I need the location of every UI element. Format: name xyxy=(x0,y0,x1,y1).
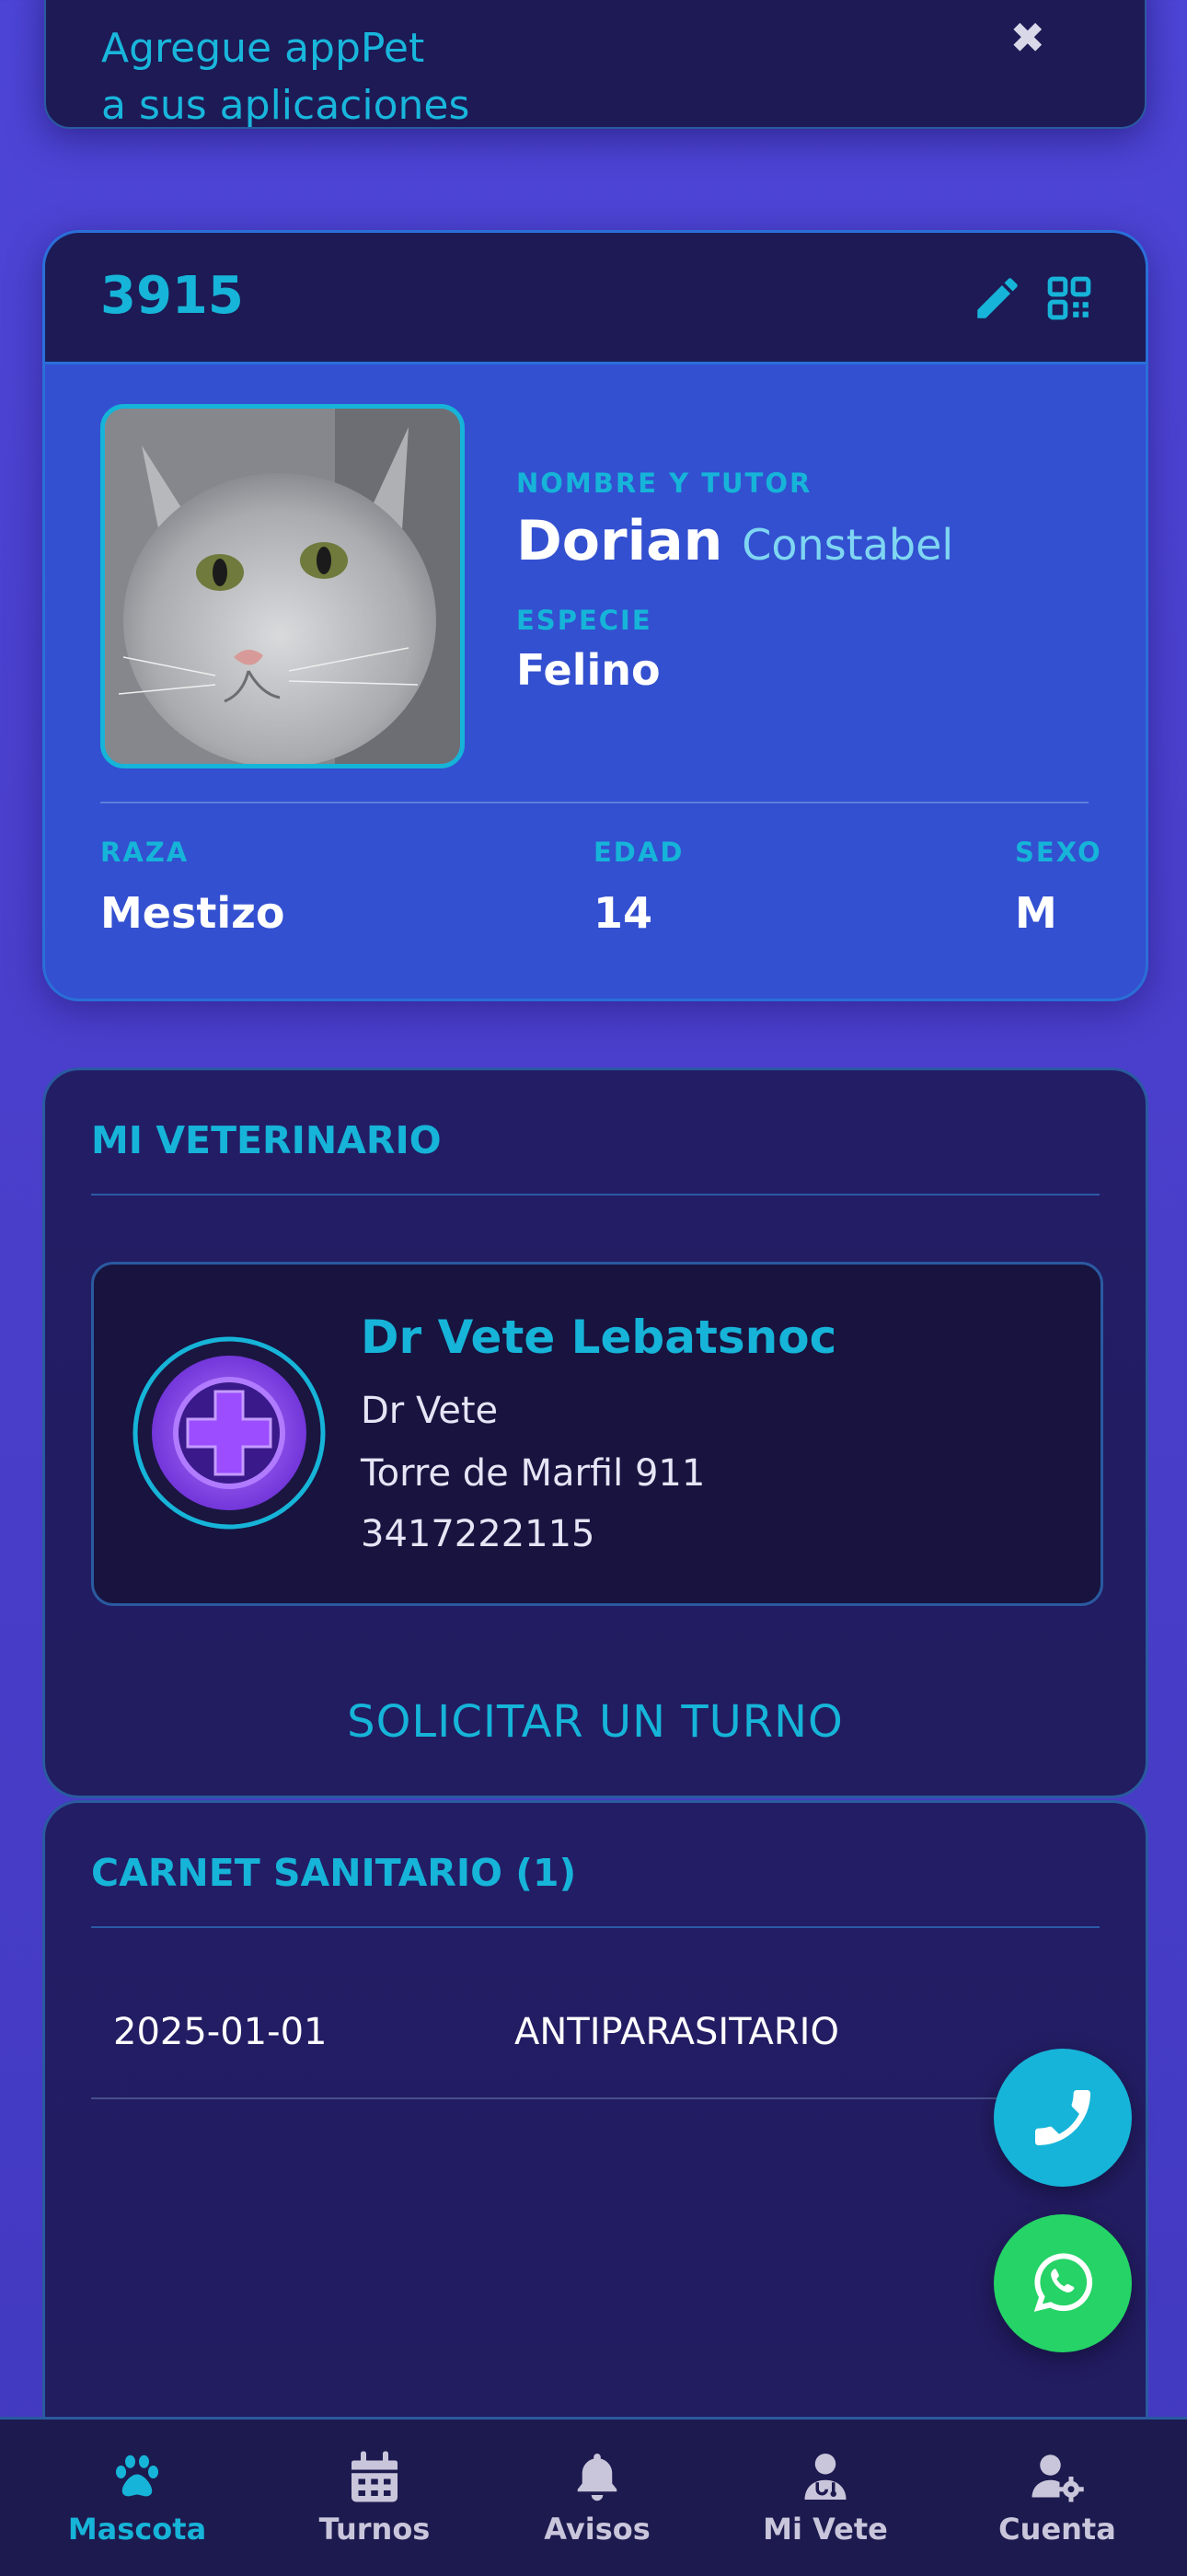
nav-label: Cuenta xyxy=(998,2512,1116,2547)
pencil-icon[interactable] xyxy=(971,271,1024,325)
vet-logo-icon xyxy=(133,1336,326,1530)
breed-value: Mestizo xyxy=(100,888,285,938)
banner-line-2: a sus aplicaciones xyxy=(101,82,470,129)
health-record-panel: CARNET SANITARIO (1) 2025-01-01 ANTIPARA… xyxy=(42,1800,1148,2505)
nav-label: Turnos xyxy=(318,2512,431,2547)
banner-text: Agregue appPet a sus aplicaciones xyxy=(101,20,469,134)
tutor-name: Constabel xyxy=(742,520,954,570)
sex-label: SEXO xyxy=(1015,837,1102,868)
nav-label: Mascota xyxy=(67,2512,207,2547)
breed-label: RAZA xyxy=(100,837,190,868)
vet-address: Torre de Marfil 911 xyxy=(361,1452,706,1495)
vet-phone[interactable]: 3417222115 xyxy=(361,1513,595,1555)
nav-item-mi-vete[interactable]: Mi Vete xyxy=(707,2420,944,2576)
name-tutor-label: NOMBRE Y TUTOR xyxy=(516,468,812,499)
vet-card[interactable]: Dr Vete Lebatsnoc Dr Vete Torre de Marfi… xyxy=(91,1262,1103,1606)
pet-name-line: Dorian Constabel xyxy=(516,509,953,573)
nav-item-turnos[interactable]: Turnos xyxy=(256,2420,493,2576)
phone-icon xyxy=(1035,2090,1090,2145)
pet-card-header: 3915 xyxy=(45,233,1146,364)
cat-image xyxy=(105,409,460,764)
vet-panel: MI VETERINARIO Dr Vete Lebatsnoc Dr Vete… xyxy=(42,1068,1148,1798)
install-banner[interactable]: Agregue appPet a sus aplicaciones ✖ xyxy=(44,0,1147,129)
calendar-icon xyxy=(351,2451,398,2502)
whatsapp-icon xyxy=(1033,2253,1093,2312)
whatsapp-button[interactable] xyxy=(994,2214,1132,2352)
close-icon[interactable]: ✖ xyxy=(1009,13,1045,63)
vet-panel-title: MI VETERINARIO xyxy=(91,1118,442,1162)
nav-item-mascota[interactable]: Mascota xyxy=(18,2420,256,2576)
pet-id: 3915 xyxy=(100,266,244,326)
pet-card: 3915 NOMBRE Y TUTOR Dorian Constabel ESP… xyxy=(42,230,1148,1001)
pet-name: Dorian xyxy=(516,509,723,573)
age-label: EDAD xyxy=(594,837,685,868)
pet-divider xyxy=(100,802,1089,803)
pet-photo[interactable] xyxy=(100,404,465,768)
vet-doctor: Dr Vete xyxy=(361,1390,499,1432)
qr-code-icon[interactable] xyxy=(1046,275,1092,321)
record-type: ANTIPARASITARIO xyxy=(514,2011,839,2053)
species-label: ESPECIE xyxy=(516,605,652,636)
user-cog-icon xyxy=(1031,2455,1084,2502)
bottom-nav: Mascota Turnos Avisos Mi Vete Cuenta xyxy=(0,2417,1187,2576)
table-row[interactable]: 2025-01-01 ANTIPARASITARIO xyxy=(91,1976,1100,2099)
request-appointment-button[interactable]: SOLICITAR UN TURNO xyxy=(45,1696,1146,1748)
species-value: Felino xyxy=(516,645,661,695)
paw-icon xyxy=(116,2455,158,2497)
banner-line-1: Agregue appPet xyxy=(101,25,425,72)
nav-label: Avisos xyxy=(544,2512,651,2547)
call-button[interactable] xyxy=(994,2049,1132,2187)
nav-label: Mi Vete xyxy=(763,2512,888,2547)
doctor-icon xyxy=(804,2454,847,2500)
bell-icon xyxy=(577,2454,617,2501)
record-date: 2025-01-01 xyxy=(113,2011,328,2053)
sex-value: M xyxy=(1015,888,1057,938)
health-record-title: CARNET SANITARIO (1) xyxy=(91,1851,577,1895)
health-record-rule xyxy=(91,1926,1100,1928)
age-value: 14 xyxy=(594,888,653,938)
vet-name: Dr Vete Lebatsnoc xyxy=(361,1311,837,1364)
nav-item-avisos[interactable]: Avisos xyxy=(478,2420,716,2576)
nav-item-cuenta[interactable]: Cuenta xyxy=(939,2420,1176,2576)
vet-panel-rule xyxy=(91,1194,1100,1196)
